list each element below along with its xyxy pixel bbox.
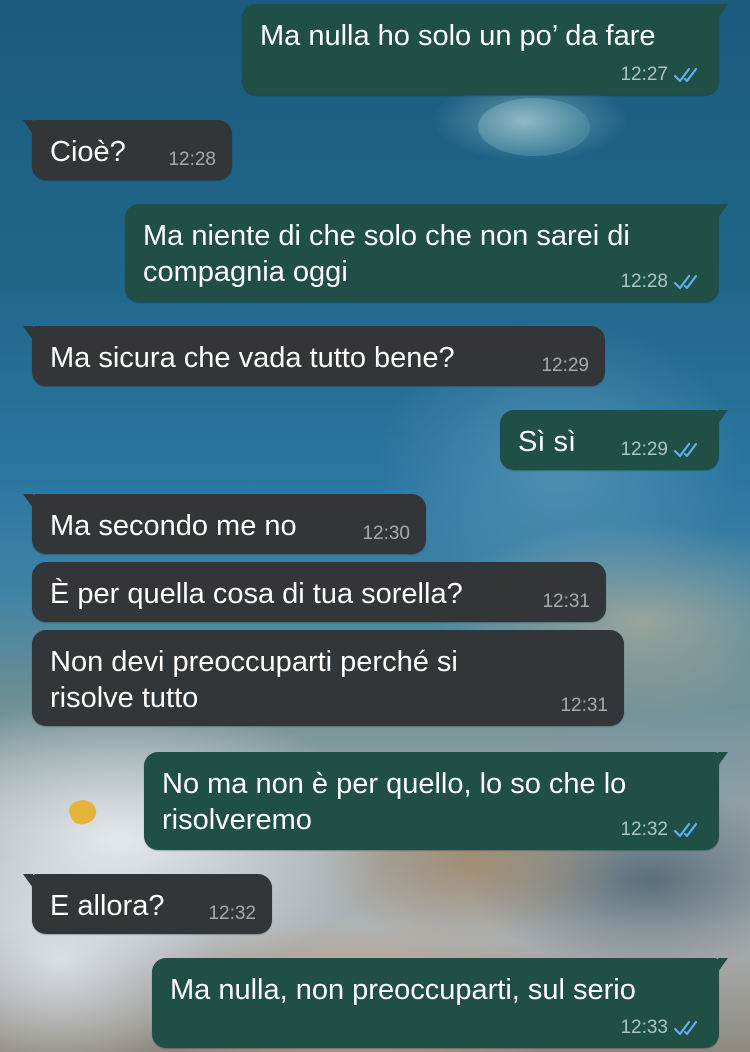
message-time: 12:31 [560,695,608,716]
message-bubble-incoming[interactable]: Cioè? 12:28 [23,120,232,180]
message-text: Ma nulla ho solo un po’ da fare [260,20,656,52]
message-text: È per quella cosa di tua sorella? [50,578,463,610]
message-meta: 12:31 [542,592,590,612]
message-time: 12:30 [362,523,410,544]
message-bubble-incoming[interactable]: Ma secondo me no 12:30 [23,494,426,554]
message-bubble-outgoing[interactable]: Ma nulla ho solo un po’ da fare 12:27 [242,4,728,95]
message-meta: 12:33 [620,1018,703,1038]
message-bubble-outgoing[interactable]: No ma non è per quello, lo so che lo ris… [144,752,728,850]
message-text: Ma nulla, non preoccuparti, sul serio [170,974,636,1006]
message-meta: 12:31 [560,696,608,716]
message-meta: 12:32 [620,820,703,840]
message-time: 12:31 [542,591,590,612]
message-bubble-incoming[interactable]: E allora? 12:32 [23,874,272,934]
message-text: Ma secondo me no [50,510,297,542]
message-time: 12:28 [620,271,668,292]
message-meta: 12:29 [541,356,589,376]
message-meta: 12:28 [168,150,216,170]
message-time: 12:28 [168,149,216,170]
message-meta: 12:27 [620,65,703,85]
message-bubble-outgoing[interactable]: Sì sì 12:29 [500,410,728,470]
double-check-icon [673,67,698,83]
message-meta: 12:30 [362,524,410,544]
message-bubble-outgoing[interactable]: Ma nulla, non preoccuparti, sul serio 12… [152,958,728,1048]
message-bubble-incoming[interactable]: Non devi preoccuparti perché si risolve … [32,630,624,726]
message-text: No ma non è per quello, lo so che lo [162,768,627,800]
message-time: 12:32 [620,819,668,840]
message-text: risolve tutto [50,682,199,714]
message-list[interactable]: Ma nulla ho solo un po’ da fare 12:27 Ci… [0,0,750,1052]
double-check-icon [673,1020,698,1036]
message-meta: 12:28 [620,272,703,292]
message-time: 12:27 [620,64,668,85]
message-time: 12:33 [620,1017,668,1038]
double-check-icon [673,442,698,458]
message-meta: 12:29 [620,440,703,460]
message-text: Ma niente di che solo che non sarei di [143,220,630,252]
double-check-icon [673,274,698,290]
double-check-icon [673,822,698,838]
message-time: 12:32 [208,903,256,924]
message-text: Non devi preoccuparti perché si [50,646,458,678]
message-meta: 12:32 [208,904,256,924]
message-text: compagnia oggi [143,256,348,288]
message-bubble-incoming[interactable]: È per quella cosa di tua sorella? 12:31 [32,562,606,622]
message-bubble-incoming[interactable]: Ma sicura che vada tutto bene? 12:29 [23,326,605,386]
message-time: 12:29 [620,439,668,460]
message-text: Ma sicura che vada tutto bene? [50,342,455,374]
message-bubble-outgoing[interactable]: Ma niente di che solo che non sarei di c… [125,204,728,302]
message-time: 12:29 [541,355,589,376]
